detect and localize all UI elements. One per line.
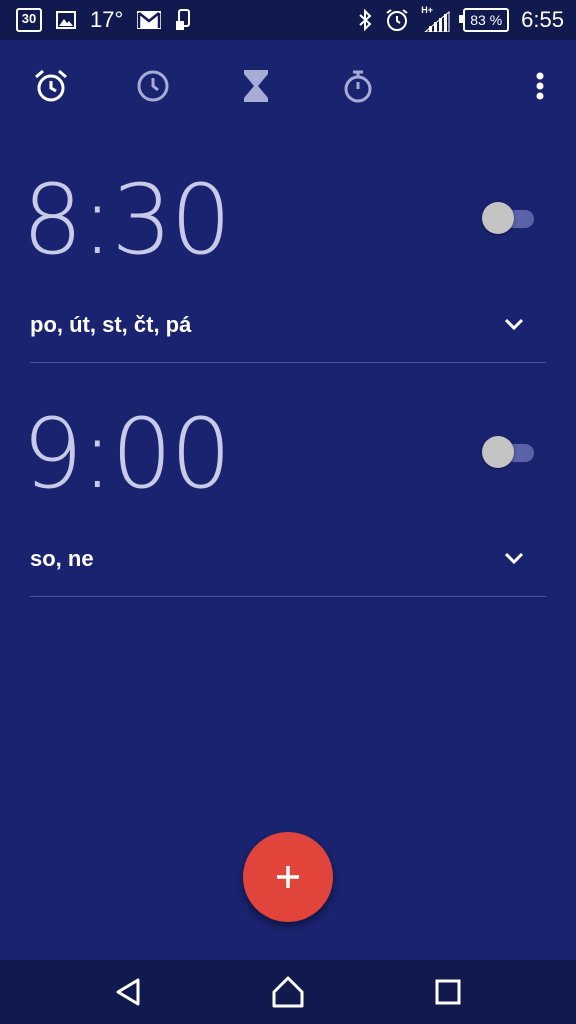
tab-timer[interactable] [236, 66, 276, 106]
plus-icon [277, 866, 299, 888]
temperature-text: 17° [90, 7, 124, 32]
navigation-bar [0, 960, 576, 1024]
alarm-days: so, ne [30, 546, 94, 571]
gmail-icon [137, 11, 162, 29]
bluetooth-icon [359, 8, 372, 32]
add-alarm-button[interactable] [243, 832, 333, 922]
alarm-time[interactable]: 9:00 [22, 404, 232, 504]
home-icon [272, 976, 304, 1008]
battery-percent-text: 83 % [470, 12, 503, 28]
home-button[interactable] [266, 970, 310, 1014]
tab-stopwatch[interactable] [338, 66, 378, 106]
alarm-toggle[interactable] [482, 434, 536, 470]
tab-alarm[interactable] [31, 66, 71, 106]
toggle-thumb [482, 436, 514, 468]
recents-button[interactable] [426, 970, 470, 1014]
alarm-icon [35, 69, 67, 102]
expand-chevron-icon[interactable] [500, 310, 528, 338]
back-icon [116, 978, 140, 1006]
clock-text: 6:55 [521, 7, 564, 32]
status-bar: 30 17° H+ 83 % 6:55 [0, 0, 576, 40]
more-options-button[interactable] [520, 66, 560, 106]
divider [30, 596, 546, 597]
tab-toolbar [0, 48, 576, 124]
alarm-days: po, út, st, čt, pá [30, 312, 192, 337]
more-vert-icon [536, 72, 544, 100]
gallery-icon [56, 11, 76, 29]
divider [30, 362, 546, 363]
tab-clock[interactable] [133, 66, 173, 106]
calendar-icon: 30 [16, 8, 42, 32]
phone-sync-icon [176, 9, 191, 30]
hourglass-icon [244, 70, 268, 102]
toggle-thumb [482, 202, 514, 234]
recents-icon [435, 979, 461, 1005]
stopwatch-icon [344, 70, 372, 103]
back-button[interactable] [106, 970, 150, 1014]
alarm-time[interactable]: 8:30 [22, 170, 232, 270]
battery-indicator: 83 % [459, 8, 510, 32]
network-type-text: H+ [421, 5, 434, 15]
signal-icon: H+ [421, 5, 451, 33]
alarm-toggle[interactable] [482, 200, 536, 236]
expand-chevron-icon[interactable] [500, 544, 528, 572]
alarm-status-icon [386, 9, 408, 31]
clock-icon [137, 70, 169, 102]
